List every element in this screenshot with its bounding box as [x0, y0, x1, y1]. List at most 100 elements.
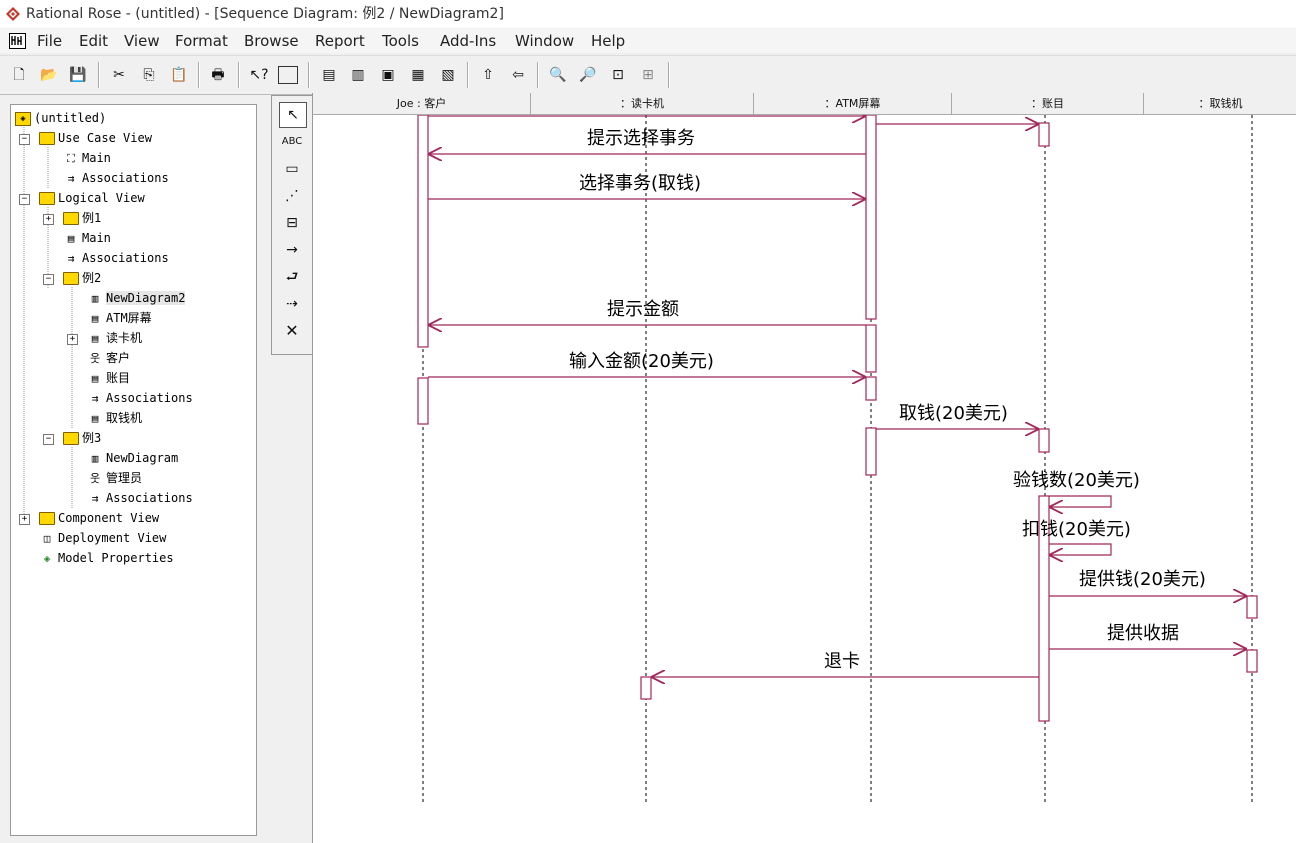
tree-p2-atm[interactable]: ▤ ATM屏幕 — [87, 309, 152, 327]
message-label-4[interactable]: 输入金额(20美元) — [569, 351, 714, 372]
activation-reader-1[interactable] — [640, 676, 652, 700]
tree-p2-customer[interactable]: 웃 客户 — [87, 349, 130, 367]
activation-dispenser-1[interactable] — [1246, 595, 1258, 619]
view-doc-icon[interactable] — [278, 66, 298, 84]
collapse-logical-view[interactable]: − — [19, 194, 30, 205]
print-icon[interactable]: 🖶 — [207, 64, 229, 86]
activation-account-2[interactable] — [1038, 428, 1050, 453]
selection-tool-icon[interactable]: ↖ — [279, 102, 307, 128]
activation-customer-1[interactable] — [417, 115, 429, 348]
expand-reader[interactable]: + — [67, 334, 78, 345]
open-icon[interactable]: 📂 — [38, 64, 60, 86]
activation-atm-4[interactable] — [865, 427, 877, 476]
tree-root[interactable]: ◈ (untitled) — [15, 109, 106, 127]
message-label-1[interactable]: 提示选择事务 — [587, 128, 695, 149]
tree-p2-diagram[interactable]: ▥ NewDiagram2 — [87, 289, 186, 307]
tree-pkg3[interactable]: 例3 — [63, 429, 101, 447]
collapse-pkg3[interactable]: − — [43, 434, 54, 445]
message-label-6[interactable]: 验钱数(20美元) — [1013, 470, 1140, 491]
object-header-account[interactable]: ：账目 — [952, 93, 1144, 114]
activation-customer-2[interactable] — [417, 377, 429, 425]
zoom-in-icon[interactable]: 🔍 — [547, 64, 569, 86]
return-message-tool-icon[interactable]: ⇢ — [279, 292, 305, 316]
tree-p3-diagram[interactable]: ▥ NewDiagram — [87, 449, 179, 467]
cut-icon[interactable]: ✂ — [108, 64, 130, 86]
tree-p2-associations[interactable]: ⇉ Associations — [87, 389, 193, 407]
tree-component-view[interactable]: Component View — [39, 509, 159, 527]
copy-icon[interactable]: ⎘ — [138, 64, 160, 86]
tree-model-properties[interactable]: ◈ Model Properties — [39, 549, 174, 567]
activation-account-1[interactable] — [1038, 122, 1050, 147]
message-label-9[interactable]: 提供收据 — [1107, 623, 1179, 644]
message-label-10[interactable]: 退卡 — [824, 651, 860, 672]
tree-p2-dispenser[interactable]: ▤ 取钱机 — [87, 409, 142, 427]
menu-tools[interactable]: Tools — [382, 29, 419, 53]
menu-edit[interactable]: Edit — [79, 29, 108, 53]
message-tool-icon[interactable]: → — [279, 238, 305, 262]
tree-p3-associations[interactable]: ⇉ Associations — [87, 489, 193, 507]
paste-icon[interactable]: 📋 — [168, 64, 190, 86]
tree-pkg1[interactable]: 例1 — [63, 209, 101, 227]
save-icon[interactable]: 💾 — [67, 64, 89, 86]
class-diagram-icon[interactable]: ▤ — [318, 64, 340, 86]
collapse-use-case-view[interactable]: − — [19, 134, 30, 145]
message-label-7[interactable]: 扣钱(20美元) — [1022, 519, 1131, 540]
sequence-diagram-canvas[interactable]: Joe : 客户 ：读卡机 ：ATM屏幕 ：账目 ：取钱机 提示选择事务 选择事… — [312, 93, 1296, 843]
expand-component-view[interactable]: + — [19, 514, 30, 525]
tree-p2-reader[interactable]: ▤ 读卡机 — [87, 329, 142, 347]
activation-atm-2[interactable] — [865, 324, 877, 373]
message-to-self-tool-icon[interactable]: ⮐ — [279, 265, 305, 289]
tree-use-case-view[interactable]: Use Case View — [39, 129, 152, 147]
activation-atm-1[interactable] — [865, 115, 877, 320]
activation-dispenser-2[interactable] — [1246, 649, 1258, 673]
object-header-customer[interactable]: Joe : 客户 — [313, 93, 531, 114]
zoom-out-icon[interactable]: 🔎 — [577, 64, 599, 86]
menu-report[interactable]: Report — [315, 29, 365, 53]
tree-lv-main[interactable]: ▤ Main — [63, 229, 111, 247]
menu-format[interactable]: Format — [175, 29, 228, 53]
message-label-5[interactable]: 取钱(20美元) — [899, 403, 1008, 424]
menu-window[interactable]: Window — [515, 29, 574, 53]
tree-ucv-associations[interactable]: ⇉ Associations — [63, 169, 169, 187]
tree-lv-associations[interactable]: ⇉ Associations — [63, 249, 169, 267]
menu-browse[interactable]: Browse — [244, 29, 299, 53]
object-header-dispenser[interactable]: ：取钱机 — [1144, 93, 1296, 114]
tree-p2-account[interactable]: ▤ 账目 — [87, 369, 130, 387]
object-header-atm[interactable]: ：ATM屏幕 — [754, 93, 952, 114]
menu-help[interactable]: Help — [591, 29, 625, 53]
message-label-2[interactable]: 选择事务(取钱) — [579, 173, 701, 194]
menu-file[interactable]: File — [37, 29, 62, 53]
fit-window-icon[interactable]: ⊡ — [607, 64, 629, 86]
destruction-marker-tool-icon[interactable]: ✕ — [279, 319, 305, 343]
undo-fit-icon[interactable]: ⊞ — [637, 64, 659, 86]
message-label-3[interactable]: 提示金额 — [607, 299, 679, 320]
message-arrow-7[interactable] — [1049, 543, 1112, 555]
context-help-icon[interactable]: ↖? — [248, 64, 270, 86]
anchor-note-tool-icon[interactable]: ⋰ — [279, 184, 305, 208]
tree-deployment-view[interactable]: ◫ Deployment View — [39, 529, 167, 547]
state-diagram-icon[interactable]: ▦ — [407, 64, 429, 86]
collapse-pkg2[interactable]: − — [43, 274, 54, 285]
tree-logical-view[interactable]: Logical View — [39, 189, 145, 207]
tree-pkg2[interactable]: 例2 — [63, 269, 101, 287]
object-tool-icon[interactable]: ⊟ — [279, 211, 305, 235]
note-tool-icon[interactable]: ▭ — [279, 157, 305, 181]
menu-add-ins[interactable]: Add-Ins — [440, 29, 496, 53]
class-icon: ▤ — [91, 311, 99, 325]
new-icon[interactable]: 🗋 — [8, 64, 30, 86]
object-header-reader[interactable]: ：读卡机 — [531, 93, 754, 114]
activation-atm-3[interactable] — [865, 376, 877, 401]
message-label-8[interactable]: 提供钱(20美元) — [1079, 569, 1206, 590]
tree-ucv-main[interactable]: ⛶ Main — [63, 149, 111, 167]
component-diagram-icon[interactable]: ▣ — [377, 64, 399, 86]
parent-diagram-icon[interactable]: ⇧ — [477, 64, 499, 86]
expand-pkg1[interactable]: + — [43, 214, 54, 225]
deployment-diagram-icon[interactable]: ▧ — [437, 64, 459, 86]
interaction-diagram-icon[interactable]: ▥ — [347, 64, 369, 86]
mdi-document-icon[interactable] — [9, 33, 26, 49]
menu-view[interactable]: View — [124, 29, 160, 53]
text-tool-icon[interactable]: ABC — [279, 130, 305, 154]
message-arrow-6[interactable] — [1049, 495, 1112, 507]
tree-p3-admin[interactable]: 웃 管理员 — [87, 469, 142, 487]
previous-diagram-icon[interactable]: ⇦ — [507, 64, 529, 86]
